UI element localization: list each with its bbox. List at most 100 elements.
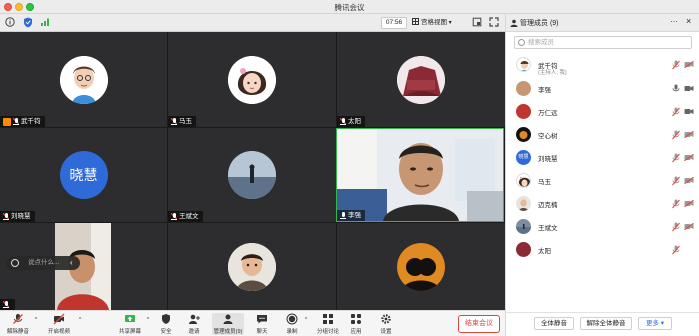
- start-video-label: 开启视频: [47, 329, 70, 335]
- camera-off-icon[interactable]: [684, 61, 694, 68]
- participant-name-tag: 李强: [337, 210, 365, 221]
- avatar: [228, 151, 276, 199]
- camera-off-icon[interactable]: [684, 223, 694, 230]
- camera-off-icon[interactable]: [684, 177, 694, 184]
- member-row[interactable]: 万仁远: [516, 103, 694, 121]
- member-name: 太阳: [538, 248, 551, 255]
- start-video-button[interactable]: 开启视频: [44, 313, 74, 335]
- members-icon: [510, 19, 518, 27]
- participant-name-tag: 马玉: [168, 116, 196, 127]
- mic-icon[interactable]: [672, 84, 680, 94]
- avatar: [516, 219, 531, 234]
- mic-muted-icon: [3, 301, 9, 308]
- fit-screen-icon[interactable]: [471, 17, 482, 28]
- camera-icon[interactable]: [684, 85, 694, 92]
- avatar: [516, 173, 531, 188]
- camera-off-icon[interactable]: [684, 131, 694, 138]
- mute-options-chevron-icon[interactable]: ^: [32, 317, 40, 323]
- breakout-rooms-button[interactable]: 分组讨论: [314, 313, 342, 335]
- add-user-icon: [189, 314, 200, 324]
- mic-muted-icon[interactable]: [672, 153, 680, 163]
- record-label: 录制: [286, 329, 298, 335]
- member-row[interactable]: 王斌文: [516, 218, 694, 236]
- mic-muted-icon[interactable]: [672, 130, 680, 140]
- invite-button[interactable]: 邀请: [184, 313, 204, 335]
- settings-button[interactable]: 设置: [376, 313, 396, 335]
- more-options-icon[interactable]: ···: [670, 17, 678, 26]
- mic-muted-icon[interactable]: [672, 176, 680, 186]
- emoji-icon[interactable]: [11, 259, 19, 267]
- share-screen-button[interactable]: 共享屏幕: [116, 313, 144, 335]
- members-icon: [223, 314, 233, 324]
- quick-chat-input[interactable]: 说点什么...: [6, 256, 80, 270]
- security-button[interactable]: 安全: [156, 313, 176, 335]
- avatar: [516, 81, 531, 96]
- video-tile[interactable]: 晓慧 刘晓慧: [0, 128, 167, 222]
- title-bar: 腾讯会议: [0, 0, 699, 14]
- member-row[interactable]: 太阳: [516, 241, 694, 259]
- video-tile[interactable]: 王斌文: [168, 128, 336, 222]
- video-options-chevron-icon[interactable]: ^: [76, 317, 84, 323]
- meeting-top-bar: 07:56 宫格视图 ▾: [0, 14, 505, 32]
- member-row[interactable]: 迈克楠: [516, 195, 694, 213]
- mute-all-button[interactable]: 全体静音: [534, 317, 574, 330]
- apps-icon: [351, 314, 361, 324]
- participant-name-tag: 太阳: [337, 116, 365, 127]
- avatar: [516, 196, 531, 211]
- unmute-all-button[interactable]: 解除全体静音: [580, 317, 632, 330]
- info-icon[interactable]: [4, 17, 15, 28]
- active-speaker-tile[interactable]: 李强: [336, 128, 504, 222]
- mic-muted-icon[interactable]: [672, 107, 680, 117]
- member-row[interactable]: 空心树: [516, 126, 694, 144]
- fullscreen-icon[interactable]: [488, 17, 499, 28]
- signal-strength-icon[interactable]: [39, 17, 50, 28]
- close-icon[interactable]: ×: [686, 16, 691, 26]
- avatar: [228, 242, 276, 291]
- mic-muted-icon[interactable]: [672, 199, 680, 209]
- shield-icon[interactable]: [22, 17, 33, 28]
- member-row[interactable]: 李强: [516, 80, 694, 98]
- chat-button[interactable]: 聊天: [252, 313, 272, 335]
- participant-name-tag: [0, 299, 15, 310]
- chat-icon: [257, 315, 267, 324]
- record-options-chevron-icon[interactable]: ^: [302, 317, 310, 323]
- unmute-button[interactable]: 解除静音: [4, 313, 32, 335]
- members-panel-title: 管理成员 (9): [520, 20, 559, 27]
- member-search-input[interactable]: 搜索成员: [514, 36, 692, 49]
- mic-muted-icon[interactable]: [672, 222, 680, 232]
- video-tile[interactable]: 马玉: [168, 32, 336, 127]
- video-grid: 武千钧 马玉 太阳 晓慧 刘晓慧 王斌文 李强 说点什么... ‹: [0, 32, 505, 310]
- member-name: 万仁远: [538, 110, 558, 117]
- camera-off-icon: [53, 313, 65, 325]
- apps-button[interactable]: 应用: [346, 313, 366, 335]
- manage-members-button[interactable]: 管理成员(9): [212, 313, 244, 335]
- video-tile[interactable]: 武千钧: [0, 32, 167, 127]
- member-row[interactable]: 马玉: [516, 172, 694, 190]
- video-tile[interactable]: 太阳: [337, 32, 505, 127]
- participant-name: 武千钧: [21, 118, 41, 125]
- manage-members-label: 管理成员(9): [213, 329, 243, 335]
- collapse-chat-icon[interactable]: ‹: [70, 258, 80, 268]
- camera-icon[interactable]: [684, 108, 694, 115]
- apps-label: 应用: [350, 329, 362, 335]
- avatar: [516, 242, 531, 257]
- video-tile[interactable]: [337, 223, 505, 310]
- mic-muted-icon[interactable]: [672, 245, 680, 255]
- member-row[interactable]: 武千钧 (主持人, 我): [516, 56, 694, 76]
- camera-off-icon[interactable]: [684, 154, 694, 161]
- chat-placeholder: 说点什么...: [28, 259, 60, 266]
- members-panel: 管理成员 (9) ··· × 搜索成员 武千钧 (主持人, 我) 李强 万仁远 …: [505, 14, 699, 336]
- record-button[interactable]: 录制: [282, 313, 302, 335]
- meeting-controls: 解除静音 ^ 开启视频 ^ 共享屏幕 ^ 安全 邀请 管理成员(9) 聊天 录制…: [0, 310, 505, 336]
- participant-name: 王斌文: [179, 213, 199, 220]
- grid-icon: [412, 18, 419, 25]
- camera-off-icon[interactable]: [684, 200, 694, 207]
- grid-view-toggle[interactable]: 宫格视图 ▾: [412, 17, 462, 29]
- more-button[interactable]: 更多 ▾: [638, 317, 672, 330]
- member-row[interactable]: 晓慧 刘晓慧: [516, 149, 694, 167]
- share-options-chevron-icon[interactable]: ^: [144, 317, 152, 323]
- video-tile[interactable]: [168, 223, 336, 310]
- mic-muted-icon[interactable]: [672, 60, 680, 70]
- chat-label: 聊天: [256, 329, 268, 335]
- end-meeting-button[interactable]: 结束会议: [458, 315, 500, 333]
